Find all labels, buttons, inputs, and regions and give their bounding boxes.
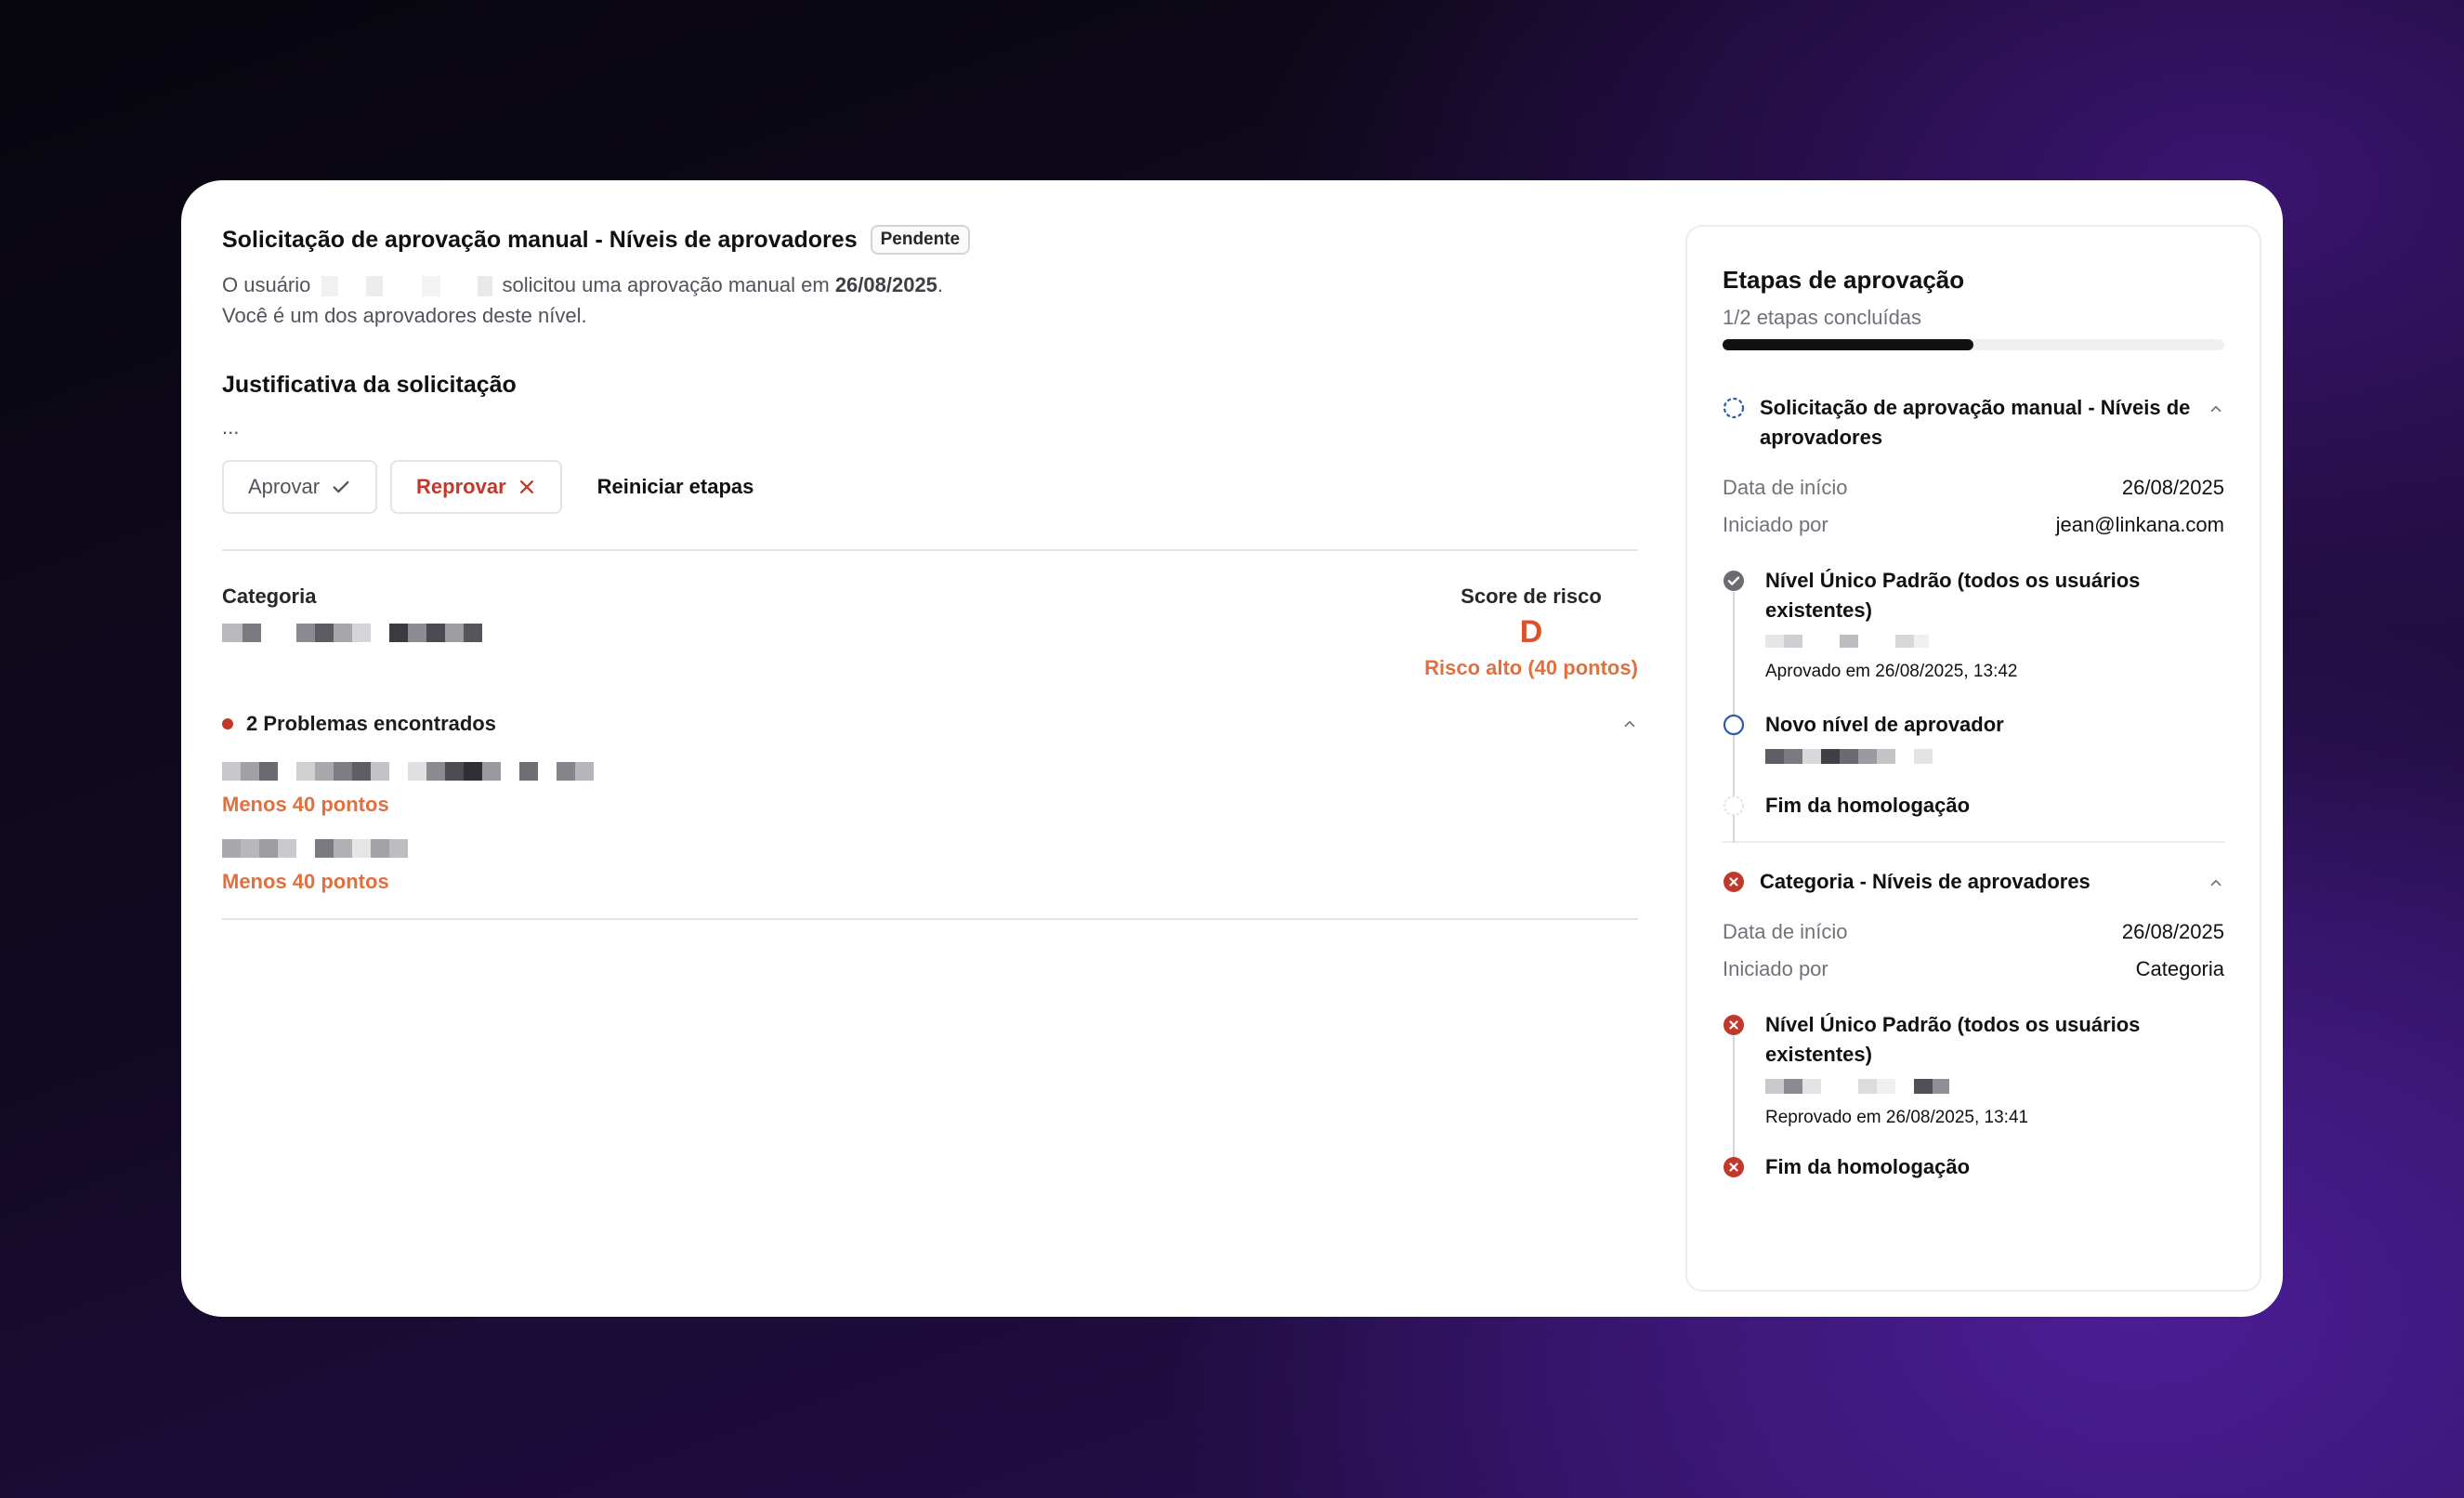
approve-button[interactable]: Aprovar: [222, 460, 378, 514]
risk-score-letter: D: [1519, 614, 1543, 650]
request-description: O usuário solicitou uma aprovação manual…: [222, 269, 1638, 331]
problem-dot-icon: [222, 718, 233, 729]
request-date: 26/08/2025: [834, 273, 937, 296]
stage-section-title: Categoria - Níveis de aprovadores: [1760, 870, 2090, 893]
stage-section-header[interactable]: Solicitação de aprovação manual - Níveis…: [1723, 393, 2224, 453]
risk-score-block: Score de risco D Risco alto (40 pontos): [1424, 585, 1638, 680]
initiated-by-value: jean@linkana.com: [2055, 513, 2224, 536]
restart-steps-button[interactable]: Reiniciar etapas: [574, 460, 777, 514]
risk-score-label: Score de risco: [1461, 585, 1602, 608]
stage-steps: Nível Único Padrão (todos os usuários ex…: [1723, 566, 2224, 843]
stages-progress-text: 1/2 etapas concluídas: [1723, 306, 1922, 329]
request-header: Solicitação de aprovação manual - Níveis…: [222, 225, 1638, 255]
problem-points: Menos 40 pontos: [222, 870, 389, 893]
divider: [222, 918, 1638, 920]
initiated-by-label: Iniciado por: [1723, 957, 1828, 980]
chevron-up-icon[interactable]: [2208, 401, 2224, 417]
rejected-x-icon: [1723, 872, 1744, 892]
rejected-x-icon: [1723, 1157, 1744, 1177]
reject-button[interactable]: Reprovar: [390, 460, 562, 514]
approved-check-icon: [1723, 571, 1744, 591]
request-line2: Você é um dos aprovadores deste nível.: [222, 304, 587, 327]
justification-heading: Justificativa da solicitação: [222, 372, 517, 398]
step-title: Novo nível de aprovador: [1765, 713, 2004, 736]
stage-section-title: Solicitação de aprovação manual - Níveis…: [1760, 396, 2191, 449]
category-label: Categoria: [222, 585, 317, 608]
pending-circle-icon: [1723, 714, 1745, 736]
stage-start-row: Data de início 26/08/2025: [1723, 919, 2224, 945]
initiated-by-label: Iniciado por: [1723, 513, 1828, 536]
redacted-approver: [1765, 749, 1933, 764]
step-item: Fim da homologação: [1723, 791, 2224, 821]
stages-progress-bar: [1723, 339, 2224, 350]
chevron-up-icon[interactable]: [2208, 874, 2224, 891]
step-item: Nível Único Padrão (todos os usuários ex…: [1723, 566, 2224, 682]
stages-title: Etapas de aprovação: [1723, 266, 1965, 294]
start-date-label: Data de início: [1723, 920, 1848, 943]
start-date-value: 26/08/2025: [2121, 476, 2224, 499]
rejected-x-icon: [1723, 1015, 1744, 1035]
risk-score-description: Risco alto (40 pontos): [1424, 656, 1638, 679]
problems-header[interactable]: 2 Problemas encontrados: [222, 712, 1638, 736]
redacted-approver: [1765, 635, 1929, 648]
request-title: Solicitação de aprovação manual - Níveis…: [222, 226, 858, 253]
step-title: Nível Único Padrão (todos os usuários ex…: [1765, 1013, 2141, 1066]
redacted-problem-text: [222, 839, 408, 858]
approve-label: Aprovar: [248, 475, 321, 498]
step-rejected-meta: Reprovado em 26/08/2025, 13:41: [1765, 1108, 2029, 1127]
action-bar: Aprovar Reprovar Reiniciar etapas: [222, 460, 1638, 514]
timeline-line: [1733, 1036, 1735, 1176]
divider: [1723, 841, 2224, 843]
approval-card: Solicitação de aprovação manual - Níveis…: [181, 180, 2283, 1317]
stage-initiator-row: Iniciado por jean@linkana.com: [1723, 512, 2224, 538]
start-date-label: Data de início: [1723, 476, 1848, 499]
close-icon: [519, 480, 533, 493]
pending-dashed-circle-icon: [1723, 397, 1745, 419]
category-block: Categoria: [222, 585, 491, 680]
step-title: Nível Único Padrão (todos os usuários ex…: [1765, 569, 2141, 622]
status-badge: Pendente: [870, 225, 971, 255]
step-item: Fim da homologação: [1723, 1152, 2224, 1182]
problem-item: Menos 40 pontos: [222, 762, 1638, 817]
start-date-value: 26/08/2025: [2121, 920, 2224, 943]
request-line1-middle: solicitou uma aprovação manual em: [496, 273, 835, 296]
step-title: Fim da homologação: [1765, 1155, 1971, 1178]
stages-progress-fill: [1723, 339, 1973, 350]
category-risk-row: Categoria Score de risco D Risco alto (4…: [222, 585, 1638, 680]
divider: [222, 549, 1638, 551]
chevron-up-icon[interactable]: [1621, 716, 1638, 732]
problem-points: Menos 40 pontos: [222, 793, 389, 816]
redacted-category-value: [222, 624, 482, 642]
stage-steps: Nível Único Padrão (todos os usuários ex…: [1723, 1010, 2224, 1182]
redacted-problem-text: [222, 762, 594, 781]
stage-start-row: Data de início 26/08/2025: [1723, 475, 2224, 501]
problem-item: Menos 40 pontos: [222, 839, 1638, 894]
stage-section-header[interactable]: Categoria - Níveis de aprovadores: [1723, 867, 2224, 897]
step-item: Nível Único Padrão (todos os usuários ex…: [1723, 1010, 2224, 1128]
check-icon: [333, 480, 349, 493]
step-approved-meta: Aprovado em 26/08/2025, 13:42: [1765, 662, 2018, 681]
justification-text: ...: [222, 415, 240, 439]
approval-stages-panel: Etapas de aprovação 1/2 etapas concluída…: [1685, 225, 2261, 1292]
reject-label: Reprovar: [416, 475, 506, 498]
stage-initiator-row: Iniciado por Categoria: [1723, 956, 2224, 982]
initiated-by-value: Categoria: [2135, 957, 2224, 980]
redacted-username: [310, 276, 497, 297]
request-line1-suffix: .: [937, 273, 944, 296]
step-item: Novo nível de aprovador: [1723, 710, 2224, 770]
request-panel: Solicitação de aprovação manual - Níveis…: [222, 225, 1638, 920]
step-title: Fim da homologação: [1765, 794, 1971, 817]
inactive-circle-icon: [1723, 795, 1744, 816]
redacted-approver: [1765, 1079, 1949, 1094]
problems-heading: 2 Problemas encontrados: [246, 712, 496, 735]
request-line1-prefix: O usuário: [222, 273, 311, 296]
